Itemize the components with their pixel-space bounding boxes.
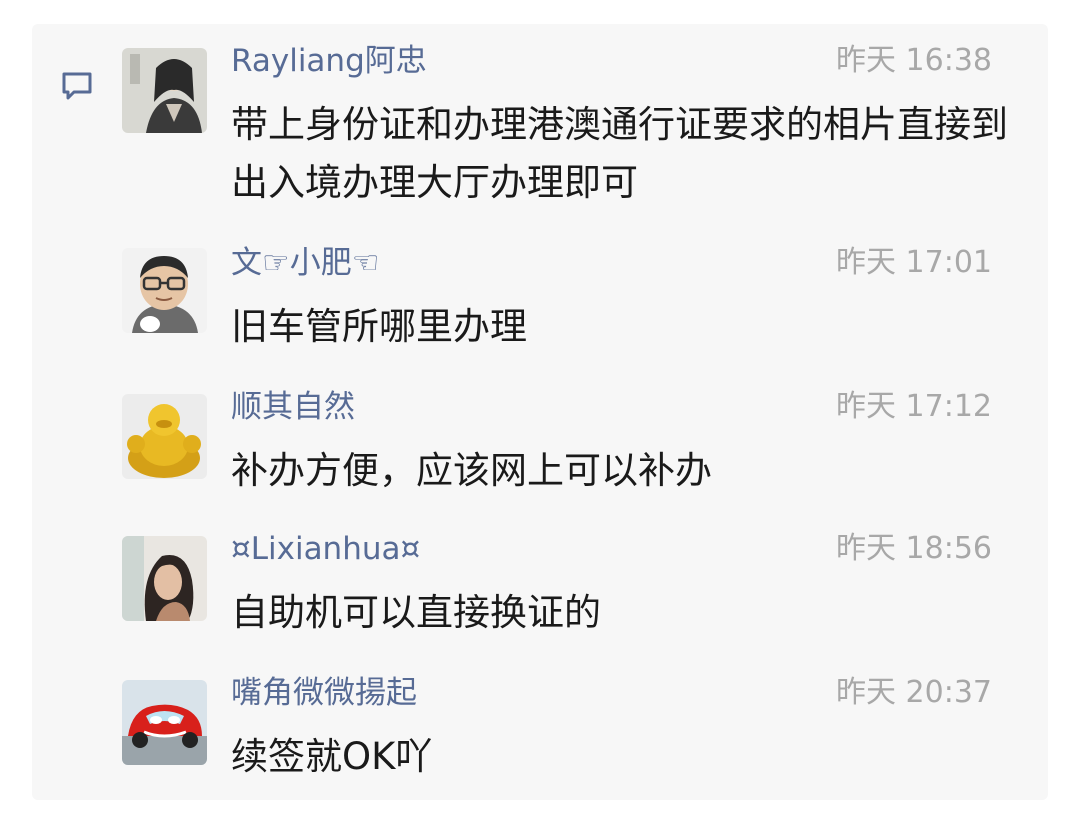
comment-text: 旧车管所哪里办理 [231, 305, 527, 348]
comment-row: 嘴角微微揚起 昨天 20:37 续签就OK吖 [0, 652, 1080, 794]
comment-time: 昨天 17:12 [836, 389, 992, 424]
red-race-car-avatar[interactable] [122, 680, 207, 765]
commenter-name[interactable]: 嘴角微微揚起 [231, 673, 417, 713]
comment-text: 续签就OK吖 [231, 735, 433, 778]
comment-row: 顺其自然 昨天 17:12 补办方便，应该网上可以补办 [0, 366, 1080, 508]
commenter-name[interactable]: ¤Lixianhua¤ [231, 529, 420, 569]
cartoon-man-glasses-avatar[interactable] [122, 248, 207, 333]
commenter-name[interactable]: Rayliang阿忠 [231, 41, 427, 81]
comment-time: 昨天 18:56 [836, 531, 992, 566]
comment-text: 补办方便，应该网上可以补办 [231, 449, 712, 492]
comment-text: 带上身份证和办理港澳通行证要求的相片直接到出入境办理大厅办理即可 [231, 103, 1008, 204]
comment-row: 文☞小肥☜ 昨天 17:01 旧车管所哪里办理 [0, 222, 1080, 364]
comment-row: Rayliang阿忠 昨天 16:38 带上身份证和办理港澳通行证要求的相片直接… [0, 20, 1080, 204]
commenter-name[interactable]: 文☞小肥☜ [231, 243, 380, 283]
woman-photo-avatar[interactable] [122, 536, 207, 621]
comment-row: ¤Lixianhua¤ 昨天 18:56 自助机可以直接换证的 [0, 508, 1080, 650]
commenter-name[interactable]: 顺其自然 [231, 387, 355, 427]
comment-time: 昨天 20:37 [836, 675, 992, 710]
comment-time: 昨天 16:38 [836, 43, 992, 78]
golden-buddha-statue-avatar[interactable] [122, 394, 207, 479]
ink-painting-swordsman-avatar[interactable] [122, 48, 207, 133]
comment-time: 昨天 17:01 [836, 245, 992, 280]
comment-text: 自助机可以直接换证的 [231, 591, 601, 634]
